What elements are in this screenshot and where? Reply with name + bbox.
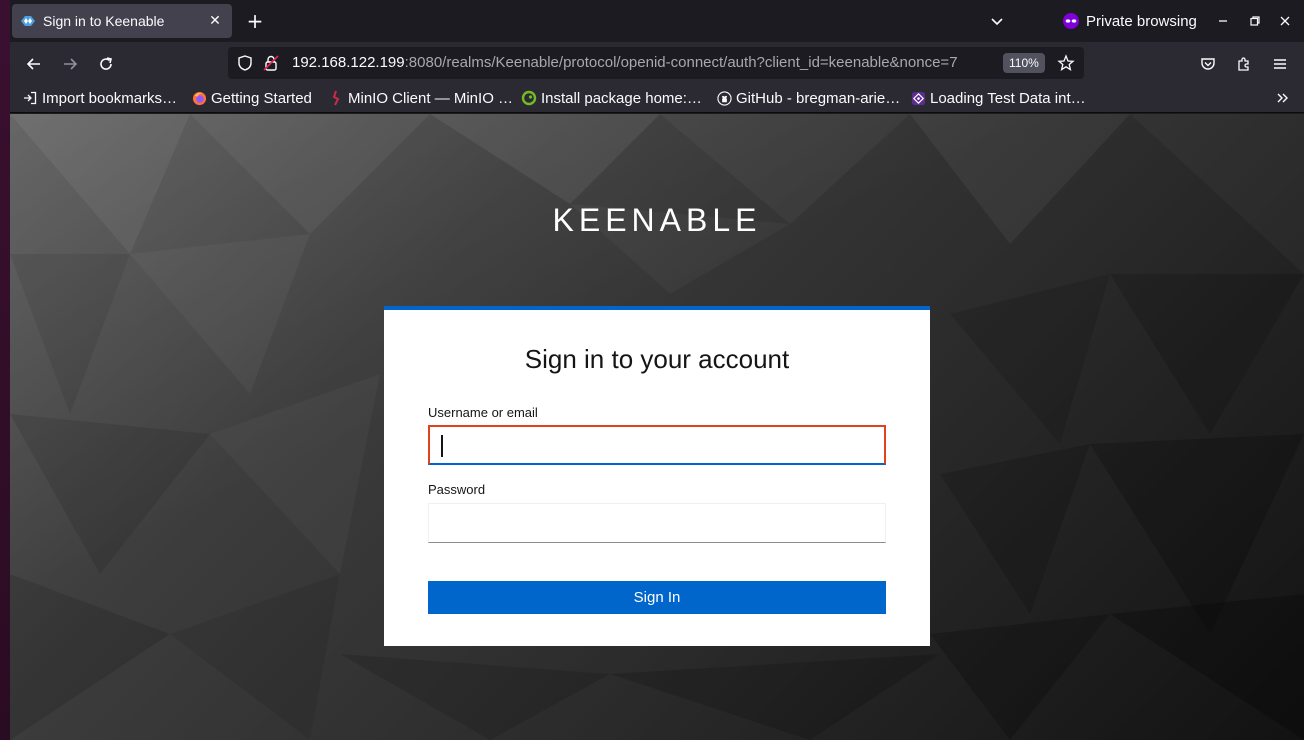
tab-title: Sign in to Keenable (43, 13, 165, 29)
tab-bar: Sign in to Keenable ✕ + Private browsing (10, 0, 1304, 42)
bookmark-loading-test-data[interactable]: Loading Test Data int… (910, 88, 1086, 108)
extensions-icon[interactable] (1232, 52, 1256, 76)
password-input[interactable] (428, 503, 886, 543)
bookmarks-bar: Import bookmarks… Getting Started MinIO … (10, 84, 1304, 113)
bookmark-label: MinIO Client — MinIO … (348, 89, 514, 107)
window-close-icon[interactable] (1274, 10, 1296, 32)
url-bar[interactable]: 192.168.122.199:8080/realms/Keenable/pro… (228, 47, 1084, 79)
forward-arrow-icon[interactable] (58, 52, 82, 76)
bookmark-minio-client[interactable]: MinIO Client — MinIO … (328, 88, 513, 108)
password-label: Password (428, 482, 486, 497)
browser-window: Sign in to Keenable ✕ + Private browsing (10, 0, 1304, 740)
card-title: Sign in to your account (524, 344, 790, 374)
login-card: Sign in to your account Username or emai… (384, 306, 930, 646)
url-path: :8080/realms/Keenable/protocol/openid-co… (404, 54, 958, 71)
bookmark-getting-started[interactable]: Getting Started (191, 88, 312, 108)
brand-title: KEENABLE (552, 202, 762, 238)
chevron-down-icon[interactable] (986, 10, 1008, 32)
zoom-level-badge[interactable]: 110% (1003, 53, 1045, 73)
pocket-icon[interactable] (1196, 52, 1220, 76)
minimize-icon[interactable] (1212, 10, 1234, 32)
menu-hamburger-icon[interactable] (1268, 52, 1292, 76)
github-icon (716, 90, 732, 106)
import-icon (22, 90, 38, 106)
opensearch-icon (910, 90, 926, 106)
bookmark-label: GitHub - bregman-arie… (736, 89, 901, 107)
private-browsing-indicator: Private browsing (1062, 8, 1197, 34)
keycloak-favicon-icon (20, 13, 36, 29)
text-caret (441, 435, 443, 457)
sign-in-button[interactable]: Sign In (428, 581, 886, 614)
bookmark-label: Import bookmarks… (42, 89, 178, 107)
desktop-edge (0, 0, 10, 740)
bookmark-install-package[interactable]: Install package home:… (521, 88, 702, 108)
tab-sign-in[interactable]: Sign in to Keenable ✕ (12, 4, 232, 38)
firefox-icon (191, 90, 207, 106)
insecure-lock-icon[interactable] (262, 54, 280, 76)
star-icon[interactable] (1057, 54, 1075, 76)
bookmark-label: Install package home:… (541, 89, 702, 107)
bookmark-label: Loading Test Data int… (930, 89, 1086, 107)
username-label: Username or email (428, 405, 538, 420)
private-browsing-label: Private browsing (1086, 12, 1197, 30)
back-arrow-icon[interactable] (22, 52, 46, 76)
bookmarks-overflow-chevron-icon[interactable] (1272, 88, 1294, 108)
tab-close-icon[interactable]: ✕ (206, 12, 224, 30)
navigation-bar: 192.168.122.199:8080/realms/Keenable/pro… (10, 42, 1304, 84)
private-mask-icon (1063, 13, 1079, 29)
minio-icon (328, 90, 344, 106)
url-text[interactable]: 192.168.122.199:8080/realms/Keenable/pro… (292, 54, 992, 71)
reload-icon[interactable] (94, 52, 118, 76)
bookmark-label: Getting Started (211, 89, 312, 107)
shield-icon[interactable] (236, 54, 254, 76)
new-tab-button[interactable]: + (244, 9, 266, 33)
bookmark-import[interactable]: Import bookmarks… (22, 88, 177, 108)
bookmark-github[interactable]: GitHub - bregman-arie… (716, 88, 900, 108)
username-input[interactable] (428, 425, 886, 465)
url-host: 192.168.122.199 (292, 54, 405, 71)
opensuse-icon (521, 90, 537, 106)
restore-icon[interactable] (1244, 10, 1266, 32)
page-content: KEENABLE Sign in to your account Usernam… (10, 114, 1304, 740)
